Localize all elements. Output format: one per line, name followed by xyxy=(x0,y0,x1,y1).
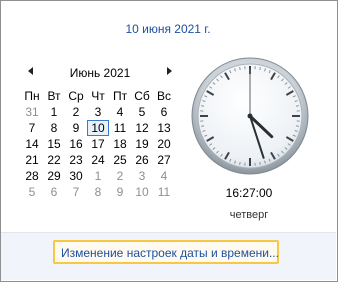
weekday-header: Сб xyxy=(134,89,150,103)
month-navigation: Июнь 2021 xyxy=(20,66,180,82)
weekday-label: четверг xyxy=(229,209,269,221)
calendar-day[interactable]: 25 xyxy=(109,152,131,168)
calendar-day[interactable]: 8 xyxy=(87,184,109,200)
weekday-header: Ср xyxy=(68,89,84,103)
calendar-day[interactable]: 30 xyxy=(65,168,87,184)
calendar-day[interactable]: 9 xyxy=(65,120,87,136)
digital-time: 16:27:00 xyxy=(225,186,273,200)
calendar-day[interactable]: 17 xyxy=(87,136,109,152)
calendar-day[interactable]: 6 xyxy=(153,104,175,120)
calendar-day[interactable]: 6 xyxy=(43,184,65,200)
calendar-day[interactable]: 21 xyxy=(21,152,43,168)
weekday-header: Пн xyxy=(24,89,40,103)
calendar-day[interactable]: 12 xyxy=(131,120,153,136)
change-date-time-settings-link[interactable]: Изменение настроек даты и времени... xyxy=(53,240,279,264)
next-month-icon[interactable] xyxy=(167,67,172,75)
calendar-day[interactable]: 19 xyxy=(131,136,153,152)
month-label[interactable]: Июнь 2021 xyxy=(20,66,180,80)
minute-tick xyxy=(295,105,300,107)
calendar-day[interactable]: 22 xyxy=(43,152,65,168)
calendar-day[interactable]: 14 xyxy=(21,136,43,152)
calendar-day[interactable]: 5 xyxy=(131,104,153,120)
calendar-day-today[interactable]: 10 xyxy=(87,120,109,136)
calendar-day[interactable]: 11 xyxy=(109,120,131,136)
calendar-day[interactable]: 3 xyxy=(131,168,153,184)
minute-tick xyxy=(200,125,205,127)
minute-tick xyxy=(239,161,241,166)
calendar-day[interactable]: 7 xyxy=(65,184,87,200)
weekday-header: Вс xyxy=(156,89,171,103)
minute-tick xyxy=(295,125,300,127)
calendar-day[interactable]: 23 xyxy=(65,152,87,168)
calendar-day[interactable]: 31 xyxy=(21,104,43,120)
calendar-day[interactable]: 20 xyxy=(153,136,175,152)
calendar-day[interactable]: 15 xyxy=(43,136,65,152)
calendar-day[interactable]: 10 xyxy=(131,184,153,200)
calendar-day[interactable]: 5 xyxy=(21,184,43,200)
calendar-day[interactable]: 16 xyxy=(65,136,87,152)
calendar-day[interactable]: 9 xyxy=(109,184,131,200)
minute-tick xyxy=(259,66,261,71)
calendar-day[interactable]: 26 xyxy=(131,152,153,168)
calendar-day[interactable]: 27 xyxy=(153,152,175,168)
calendar-day[interactable]: 1 xyxy=(87,168,109,184)
calendar-day[interactable]: 11 xyxy=(153,184,175,200)
minute-tick xyxy=(259,161,261,166)
long-date-link[interactable]: 10 июня 2021 г. xyxy=(0,22,336,36)
calendar-day[interactable]: 7 xyxy=(21,120,43,136)
minute-tick xyxy=(200,105,205,107)
change-settings-label: Изменение настроек даты и времени... xyxy=(61,246,279,260)
calendar-day[interactable]: 1 xyxy=(43,104,65,120)
calendar-day[interactable]: 28 xyxy=(21,168,43,184)
clock-center xyxy=(247,113,253,119)
calendar-day[interactable]: 29 xyxy=(43,168,65,184)
calendar-day[interactable]: 18 xyxy=(109,136,131,152)
calendar-day[interactable]: 13 xyxy=(153,120,175,136)
calendar-day[interactable]: 4 xyxy=(109,104,131,120)
calendar-day[interactable]: 2 xyxy=(65,104,87,120)
calendar-day[interactable]: 2 xyxy=(109,168,131,184)
calendar-grid: Пн Вт Ср Чт Пт Сб Вс 31 1 2 3 4 5 6 7 8 9 10 11 12 13 14 15 16 1… xyxy=(21,88,175,200)
weekday-header: Пт xyxy=(112,89,128,103)
analog-clock xyxy=(191,57,309,175)
calendar-day[interactable]: 3 xyxy=(87,104,109,120)
calendar-day[interactable]: 4 xyxy=(153,168,175,184)
calendar-day[interactable]: 8 xyxy=(43,120,65,136)
minute-tick xyxy=(239,66,241,71)
weekday-header: Чт xyxy=(91,89,105,103)
calendar-day[interactable]: 24 xyxy=(87,152,109,168)
weekday-header: Вт xyxy=(47,89,61,103)
